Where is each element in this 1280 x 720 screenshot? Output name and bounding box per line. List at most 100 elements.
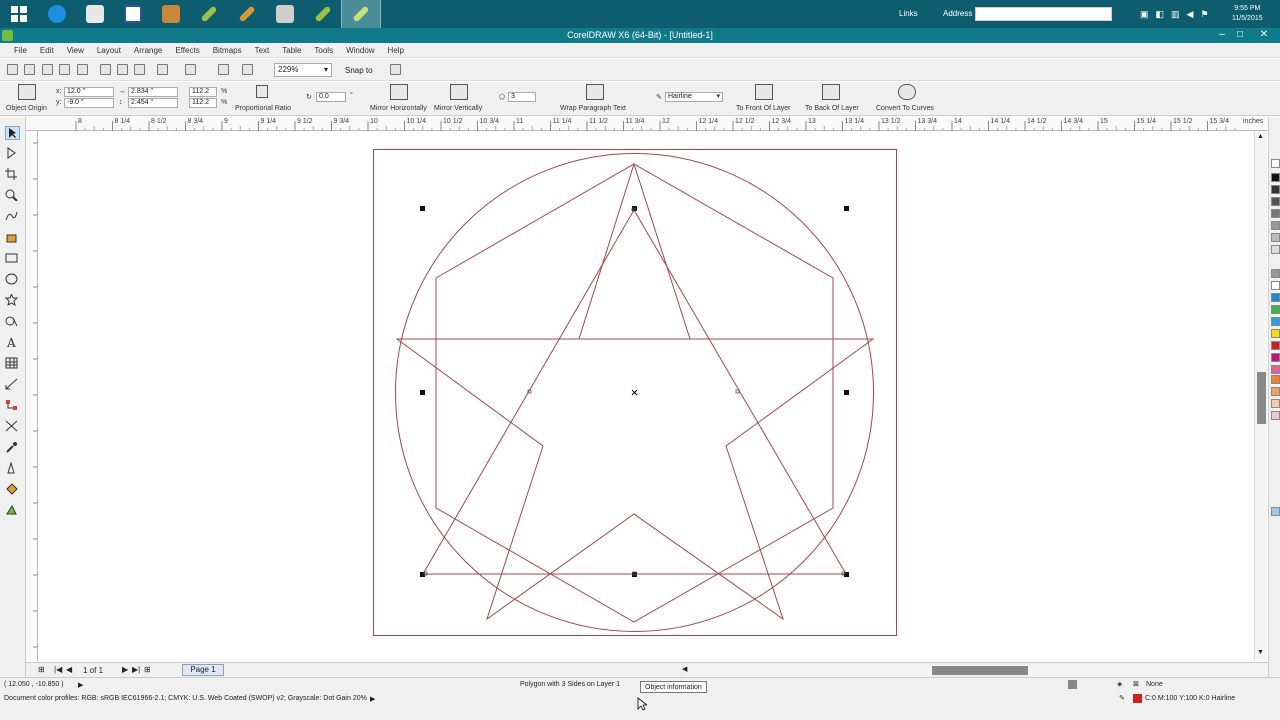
horizontal-ruler[interactable]: 8 8 1/4 8 1/2 8 3/4 9 9 1/4 9 1/2 9 3/4 10 10 1/4…: [26, 117, 1268, 131]
scale-width-field[interactable]: 112.2: [189, 87, 217, 97]
menu-bitmaps[interactable]: Bitmaps: [213, 46, 242, 55]
undo-icon[interactable]: [157, 64, 168, 75]
copy-icon[interactable]: [117, 64, 128, 75]
swatch-gray-70[interactable]: [1271, 197, 1280, 206]
swatch-gray-50[interactable]: [1271, 209, 1280, 218]
drawing-canvas[interactable]: [38, 131, 1254, 661]
add-page-after-icon[interactable]: ⊞: [144, 665, 151, 674]
swatch-magenta[interactable]: [1271, 353, 1280, 362]
document-color-profiles[interactable]: Document color profiles: RGB: sRGB IEC61…: [4, 695, 367, 702]
links-label[interactable]: Links: [899, 9, 918, 18]
crop-tool-icon[interactable]: [5, 168, 20, 182]
start-button[interactable]: [0, 0, 38, 28]
object-origin-icon[interactable]: [18, 84, 36, 100]
mirror-vertical-icon[interactable]: [450, 84, 468, 100]
horizontal-scroll-thumb[interactable]: [932, 666, 1028, 675]
chevron-right-icon[interactable]: ▶: [370, 695, 375, 703]
mirror-horizontal-icon[interactable]: [390, 84, 408, 100]
pick-tool-icon[interactable]: [5, 126, 20, 140]
minimize-button[interactable]: –: [1214, 29, 1230, 40]
width-field[interactable]: 2.834 ": [128, 87, 178, 97]
chevron-right-icon[interactable]: ▶: [78, 681, 83, 689]
redo-icon[interactable]: [185, 64, 196, 75]
taskbar-internet-explorer[interactable]: [38, 0, 76, 28]
horizontal-scrollbar[interactable]: ◀ ▶: [682, 665, 1280, 676]
menu-window[interactable]: Window: [346, 46, 374, 55]
outline-status[interactable]: C:0 M:100 Y:100 K:0 Hairline: [1145, 695, 1235, 702]
connector-tool-icon[interactable]: [5, 399, 20, 413]
menu-table[interactable]: Table: [282, 46, 301, 55]
wrap-paragraph-text-icon[interactable]: [586, 84, 604, 100]
swatch-cyan[interactable]: [1271, 317, 1280, 326]
import-icon[interactable]: [218, 64, 229, 75]
scale-height-field[interactable]: 112.2: [189, 98, 217, 108]
add-page-icon[interactable]: ⊞: [38, 665, 45, 674]
polygon-tool-icon[interactable]: [4, 292, 20, 308]
outline-pen-tool-icon[interactable]: [5, 461, 20, 476]
swatch-cyan-dark[interactable]: [1271, 293, 1280, 302]
volume-icon[interactable]: ◀: [1187, 9, 1194, 20]
mirror-horizontally-label[interactable]: Mirror Horizontally: [370, 105, 427, 112]
menu-tools[interactable]: Tools: [314, 46, 333, 55]
rectangle-tool-icon[interactable]: [5, 252, 20, 266]
swatch-light-blue[interactable]: [1271, 507, 1280, 516]
wrap-paragraph-text-label[interactable]: Wrap Paragraph Text: [560, 105, 626, 112]
scroll-down-icon[interactable]: ▼: [1257, 649, 1264, 656]
y-position-field[interactable]: -9.0 ": [64, 98, 114, 108]
swatch-light-orange[interactable]: [1271, 387, 1280, 396]
menu-arrange[interactable]: Arrange: [134, 46, 162, 55]
new-document-icon[interactable]: [7, 64, 18, 75]
zoom-tool-icon[interactable]: [5, 189, 20, 203]
last-page-icon[interactable]: ▶|: [132, 665, 140, 674]
polygon-sides-field[interactable]: 3: [508, 92, 536, 102]
cut-icon[interactable]: [100, 64, 111, 75]
height-field[interactable]: 2.454 ": [128, 98, 178, 108]
text-tool-icon[interactable]: A: [5, 336, 20, 350]
to-back-of-layer-label[interactable]: To Back Of Layer: [805, 105, 859, 112]
to-front-of-layer-icon[interactable]: [755, 84, 773, 100]
to-front-of-layer-label[interactable]: To Front Of Layer: [736, 105, 790, 112]
swatch-light-pink[interactable]: [1271, 411, 1280, 420]
taskbar-app-4[interactable]: [152, 0, 190, 28]
rotation-field[interactable]: 0.0: [316, 92, 346, 102]
interactive-fill-tool-icon[interactable]: [5, 504, 20, 518]
swatch-gray-10[interactable]: [1271, 245, 1280, 254]
zoom-level-select[interactable]: 229% ▾: [274, 63, 332, 77]
previous-page-icon[interactable]: ◀: [66, 665, 72, 674]
convert-to-curves-icon[interactable]: [898, 84, 916, 100]
swatch-pink[interactable]: [1271, 365, 1280, 374]
mirror-vertically-label[interactable]: Mirror Vertically: [434, 105, 482, 112]
taskbar-coreldraw-2[interactable]: [228, 0, 266, 28]
shape-tool-icon[interactable]: [5, 147, 20, 161]
to-back-of-layer-icon[interactable]: [822, 84, 840, 100]
menu-effects[interactable]: Effects: [175, 46, 199, 55]
menu-layout[interactable]: Layout: [97, 46, 121, 55]
taskbar-app-7[interactable]: [266, 0, 304, 28]
menu-help[interactable]: Help: [388, 46, 404, 55]
swatch-black[interactable]: [1271, 173, 1280, 182]
save-icon[interactable]: [42, 64, 53, 75]
taskbar-coreldraw-3[interactable]: [304, 0, 342, 28]
fill-status[interactable]: None: [1146, 681, 1163, 688]
swatch-orange[interactable]: [1271, 375, 1280, 384]
blend-tool-icon[interactable]: [5, 420, 20, 434]
tray-icon[interactable]: ◧: [1156, 9, 1165, 20]
snap-to-button[interactable]: Snap to: [345, 66, 373, 75]
swatch-white[interactable]: [1271, 281, 1280, 290]
options-icon[interactable]: [390, 64, 401, 75]
export-icon[interactable]: [242, 64, 253, 75]
swatch-gray-40[interactable]: [1271, 221, 1280, 230]
x-position-field[interactable]: 12.0 ": [64, 87, 114, 97]
menu-text[interactable]: Text: [255, 46, 270, 55]
fill-tool-icon[interactable]: [5, 483, 20, 497]
menu-edit[interactable]: Edit: [40, 46, 54, 55]
outline-width-select[interactable]: Hairline ▾: [665, 92, 723, 102]
menu-file[interactable]: File: [14, 46, 27, 55]
taskbar-app-2[interactable]: [76, 0, 114, 28]
paste-icon[interactable]: [134, 64, 145, 75]
eyedropper-tool-icon[interactable]: [5, 441, 20, 455]
vertical-scroll-thumb[interactable]: [1257, 372, 1266, 424]
dimension-tool-icon[interactable]: [5, 378, 20, 392]
maximize-button[interactable]: □: [1232, 29, 1248, 40]
taskbar-coreldraw-1[interactable]: [190, 0, 228, 28]
